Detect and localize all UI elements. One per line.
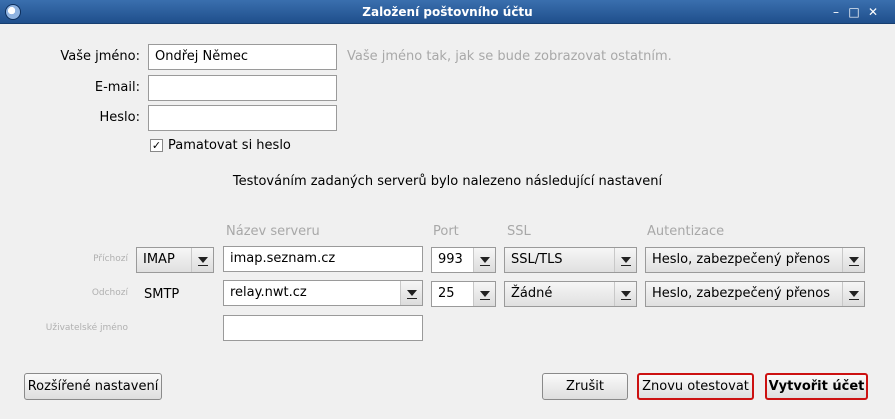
incoming-server-input[interactable]: imap.seznam.cz [223, 246, 423, 272]
outgoing-ssl-value: Žádné [511, 286, 553, 301]
remember-password-label: Pamatovat si heslo [168, 138, 291, 153]
email-input[interactable] [148, 75, 337, 101]
outgoing-server-value: relay.nwt.cz [230, 285, 307, 300]
advanced-settings-button[interactable]: Rozšířené nastavení [24, 373, 162, 400]
chevron-down-icon [614, 282, 636, 306]
incoming-ssl-value: SSL/TLS [511, 252, 563, 267]
cancel-button[interactable]: Zrušit [542, 373, 628, 400]
incoming-protocol-select[interactable]: IMAP [136, 247, 214, 273]
incoming-protocol-value: IMAP [143, 252, 175, 267]
retest-button[interactable]: Znovu otestovat [637, 373, 754, 400]
chevron-down-icon [473, 282, 495, 306]
maximize-button[interactable]: □ [847, 5, 861, 19]
outgoing-auth-value: Heslo, zabezpečený přenos [652, 286, 830, 301]
close-button[interactable]: ✕ [866, 5, 880, 19]
incoming-port-value: 993 [438, 252, 463, 267]
remember-password-checkbox[interactable]: ✓ [150, 139, 163, 152]
chevron-down-icon [191, 248, 213, 272]
incoming-auth-select[interactable]: Heslo, zabezpečený přenos [645, 247, 865, 273]
username-label: Uživatelské jméno [45, 323, 128, 333]
chevron-down-icon [400, 281, 422, 305]
outgoing-ssl-select[interactable]: Žádné [504, 281, 637, 307]
minimize-button[interactable]: – [829, 5, 843, 19]
header-ssl: SSL [507, 224, 531, 239]
username-input[interactable] [223, 315, 423, 341]
header-auth: Autentizace [647, 224, 725, 239]
outgoing-auth-select[interactable]: Heslo, zabezpečený přenos [645, 281, 865, 307]
header-server-name: Název serveru [226, 224, 320, 239]
incoming-port-select[interactable]: 993 [431, 247, 496, 273]
name-hint: Vaše jméno tak, jak se bude zobrazovat o… [347, 49, 672, 64]
outgoing-protocol: SMTP [144, 287, 180, 302]
title-bar: Založení poštovního účtu – □ ✕ [0, 0, 895, 24]
outgoing-server-select[interactable]: relay.nwt.cz [223, 280, 423, 306]
name-label: Vaše jméno: [60, 49, 140, 64]
chevron-down-icon [614, 248, 636, 272]
test-result-message: Testováním zadaných serverů bylo nalezen… [232, 174, 663, 189]
outgoing-port-value: 25 [438, 286, 455, 301]
outgoing-label: Odchozí [91, 288, 128, 298]
outgoing-port-select[interactable]: 25 [431, 281, 496, 307]
incoming-label: Příchozí [93, 254, 128, 264]
chevron-down-icon [842, 248, 864, 272]
chevron-down-icon [842, 282, 864, 306]
chevron-down-icon [473, 248, 495, 272]
password-input[interactable] [148, 105, 337, 131]
create-account-button[interactable]: Vytvořit účet [765, 373, 868, 400]
email-label: E-mail: [94, 80, 140, 95]
incoming-auth-value: Heslo, zabezpečený přenos [652, 252, 830, 267]
header-port: Port [433, 224, 459, 239]
password-label: Heslo: [99, 110, 141, 125]
window-title: Založení poštovního účtu [362, 5, 533, 19]
incoming-ssl-select[interactable]: SSL/TLS [504, 247, 637, 273]
name-input[interactable]: Ondřej Němec [148, 44, 337, 70]
